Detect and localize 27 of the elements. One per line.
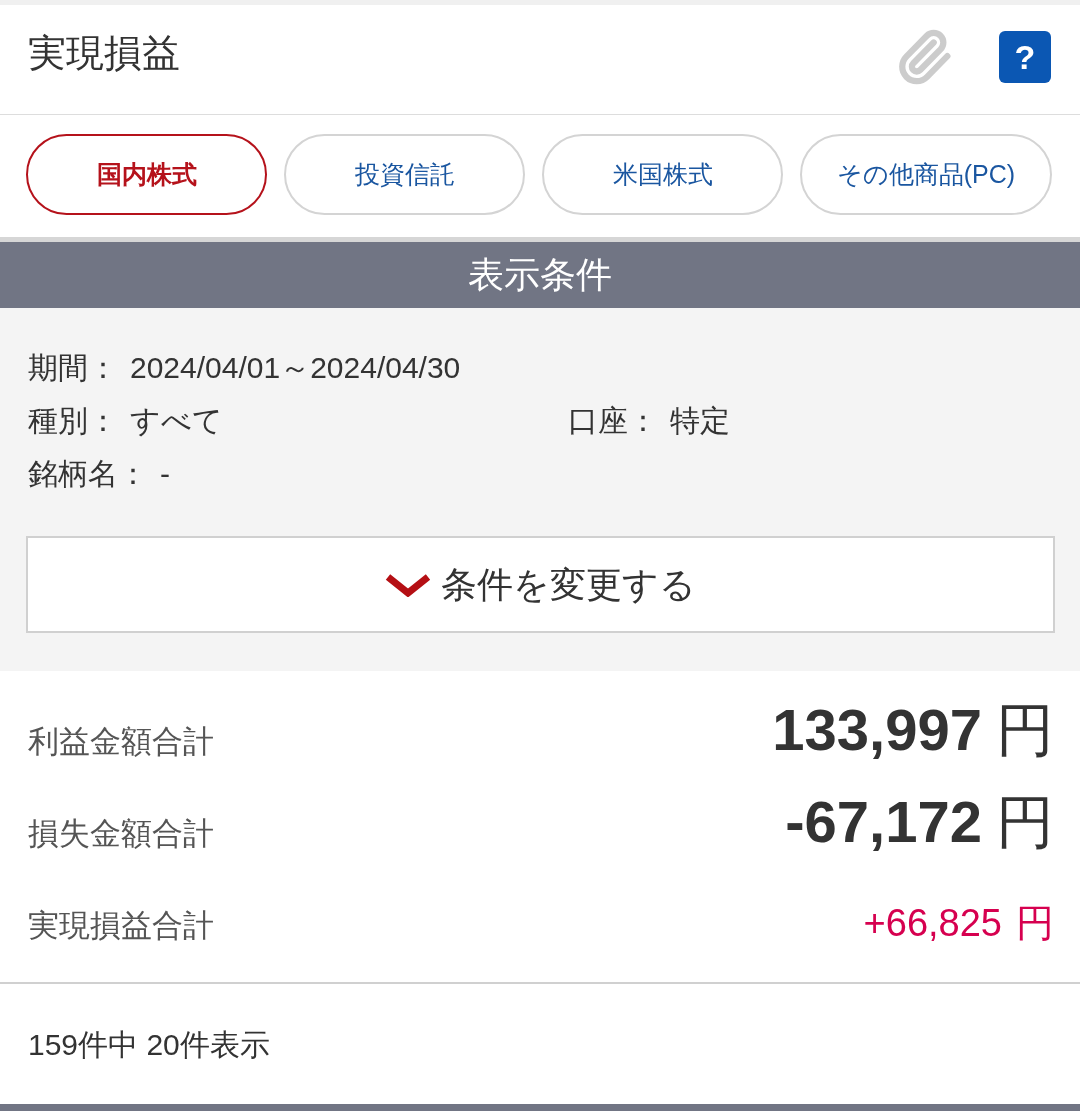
conditions-title: 表示条件 (468, 257, 612, 293)
category-tab[interactable]: 国内株式 (26, 134, 267, 215)
result-count: 159件中 20件表示 (28, 1026, 270, 1063)
condition-value: - (160, 456, 170, 492)
total-amount: 133,997 (772, 695, 982, 764)
yen-unit: 円 (996, 695, 1054, 764)
condition-label: 期間： (28, 350, 118, 386)
total-label: 損失金額合計 (28, 814, 214, 853)
category-tab[interactable]: その他商品(PC) (800, 134, 1052, 215)
chevron-down-icon (385, 572, 431, 597)
condition-label: 種別： (28, 403, 118, 439)
help-button[interactable]: ? (999, 30, 1051, 83)
condition-label: 銘柄名： (28, 456, 148, 492)
total-label: 利益金額合計 (28, 722, 214, 761)
yen-unit: 円 (996, 787, 1054, 856)
yen-unit: 円 (1016, 900, 1054, 946)
category-tab[interactable]: 投資信託 (284, 134, 525, 215)
condition-value: 特定 (670, 403, 730, 439)
category-tab[interactable]: 米国株式 (542, 134, 783, 215)
condition-label: 口座： (568, 403, 658, 439)
page-title: 実現損益 (28, 33, 180, 72)
change-conditions-button[interactable]: 条件を変更する (26, 536, 1055, 633)
condition-value: 2024/04/01～2024/04/30 (130, 350, 461, 386)
total-amount: -67,172 (785, 787, 982, 856)
condition-value: すべて (130, 403, 223, 439)
total-label: 実現損益合計 (28, 906, 214, 945)
total-amount: +66,825 (863, 900, 1002, 946)
